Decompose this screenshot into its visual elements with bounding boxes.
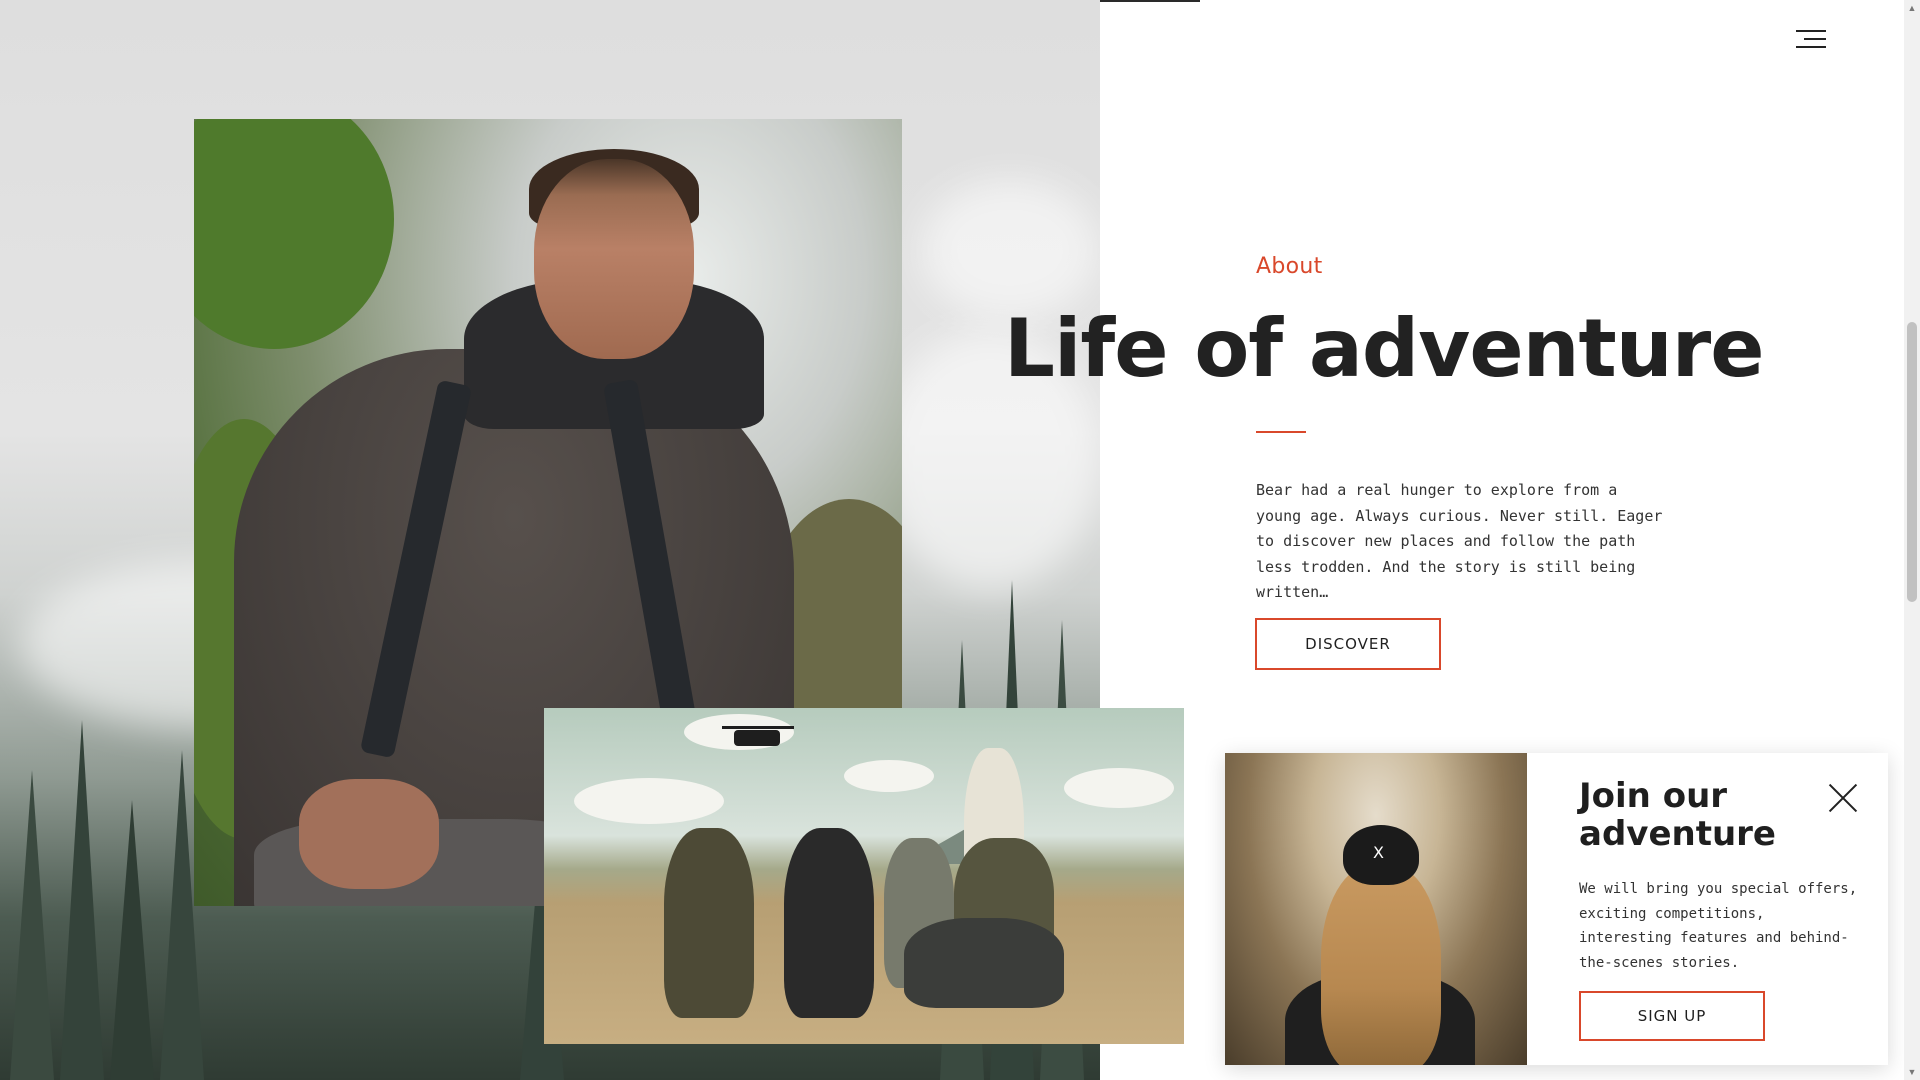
team-safari-photo — [544, 708, 1184, 1044]
popup-description: We will bring you special offers, exciti… — [1579, 881, 1858, 971]
scrollbar-thumb[interactable] — [1907, 322, 1917, 602]
popup-woman-photo: X — [1225, 753, 1527, 1065]
page-title: Life of adventure — [1004, 302, 1764, 395]
page-scrollbar[interactable]: ▲ ▼ — [1904, 0, 1920, 1080]
section-eyebrow: About — [1256, 254, 1323, 279]
about-description: Bear had a real hunger to explore from a… — [1256, 481, 1663, 601]
cap-logo-mark: X — [1373, 843, 1384, 862]
hamburger-menu-icon[interactable] — [1796, 30, 1826, 48]
popup-title: Join our adventure — [1579, 776, 1776, 854]
accent-divider — [1256, 431, 1306, 433]
sign-up-button[interactable]: SIGN UP — [1579, 991, 1765, 1041]
close-icon[interactable] — [1828, 783, 1858, 813]
discover-button[interactable]: DISCOVER — [1255, 618, 1441, 670]
newsletter-popup: X Join our adventure We will bring you s… — [1225, 753, 1888, 1065]
